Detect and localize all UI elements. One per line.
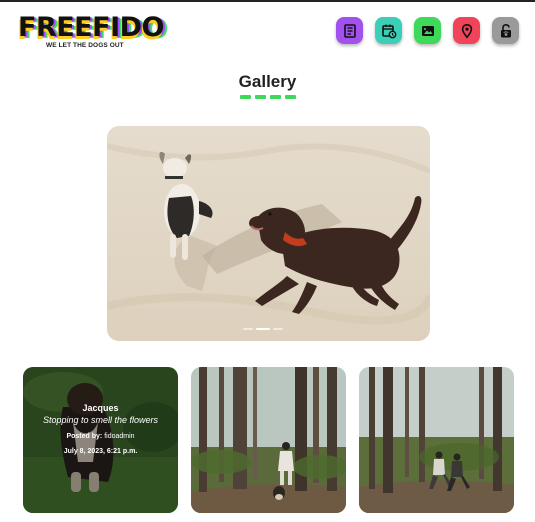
brand-logo[interactable]: FREEFIDO FREEFIDO FREEFIDO FREEFIDO WE L… xyxy=(17,12,168,52)
carousel-dot[interactable] xyxy=(273,328,283,330)
card-author: Posted by: fidoadmin xyxy=(66,433,134,440)
carousel-photo-dogs-playing xyxy=(107,126,430,341)
card-details: Jacques Stopping to smell the flowers Po… xyxy=(23,367,178,513)
card-author-label: Posted by: xyxy=(66,433,103,440)
carousel-dot-active[interactable] xyxy=(256,328,270,330)
unlock-paw-icon xyxy=(500,23,511,37)
news-icon xyxy=(343,23,356,38)
page-title: Gallery xyxy=(238,72,297,91)
card-photo-forest-run xyxy=(359,367,514,513)
top-border xyxy=(0,0,535,2)
nav-login-button[interactable] xyxy=(492,17,519,44)
nav-location-button[interactable] xyxy=(453,17,480,44)
gallery-card[interactable] xyxy=(359,367,514,513)
carousel-dot[interactable] xyxy=(243,328,253,330)
gallery-card[interactable] xyxy=(191,367,346,513)
gallery-carousel[interactable] xyxy=(107,126,430,341)
nav-news-button[interactable] xyxy=(336,17,363,44)
card-photo-forest-walk xyxy=(191,367,346,513)
card-dog-name: Jacques xyxy=(82,403,119,413)
logo-tagline: WE LET THE DOGS OUT xyxy=(46,42,124,49)
gallery-card[interactable]: Jacques Stopping to smell the flowers Po… xyxy=(23,367,178,513)
location-pin-icon xyxy=(461,23,472,38)
card-date: July 8, 2023, 6:21 p.m. xyxy=(63,448,138,455)
gallery-grid: Jacques Stopping to smell the flowers Po… xyxy=(23,367,514,513)
nav-photos-button[interactable] xyxy=(414,17,441,44)
photos-icon xyxy=(421,25,434,36)
nav-calendar-button[interactable] xyxy=(375,17,402,44)
card-author-name: fidoadmin xyxy=(104,433,135,440)
logo-wordmark: FREEFIDO xyxy=(18,12,164,43)
carousel-indicators xyxy=(243,328,283,330)
title-underline xyxy=(240,95,296,99)
card-caption: Stopping to smell the flowers xyxy=(42,415,159,425)
top-nav xyxy=(336,17,519,44)
calendar-icon xyxy=(381,24,396,38)
